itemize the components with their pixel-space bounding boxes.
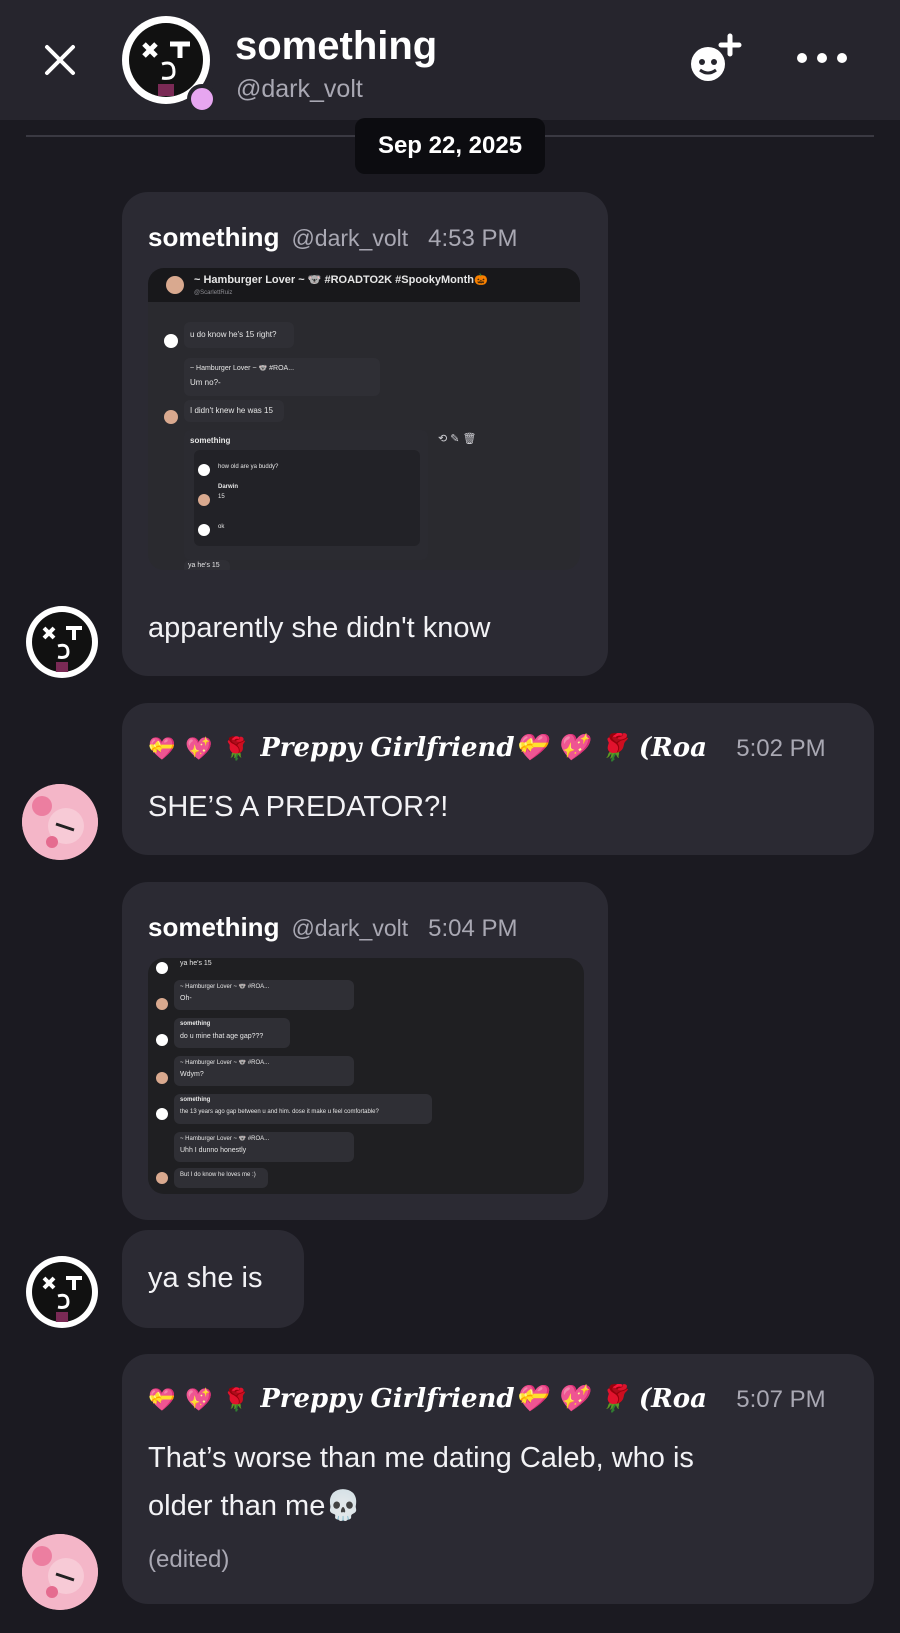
edited-label: (edited) xyxy=(148,1546,230,1573)
more-options-button[interactable] xyxy=(792,42,852,74)
attachment-line: Oh- xyxy=(180,995,192,1002)
chat-header: something @dark_volt xyxy=(0,0,900,120)
message-header: something @dark_volt 5:04 PM xyxy=(148,912,518,943)
message-bubble[interactable]: something @dark_volt 5:04 PM ya he's 15 … xyxy=(122,882,608,1220)
attachment-line: I didn't knew he was 15 xyxy=(190,406,273,415)
attachment-line: ~ Hamburger Lover ~ 🐨 #ROA... xyxy=(180,1136,270,1142)
attachment-line: u do know he's 15 right? xyxy=(190,330,277,339)
emoji: 🌹 xyxy=(222,736,251,761)
emoji: 💖 xyxy=(185,1387,213,1412)
attachment-subtitle: @ScarlettRuiz xyxy=(194,290,233,296)
date-separator: Sep 22, 2025 xyxy=(355,118,545,174)
mini-avatar xyxy=(156,1172,168,1184)
attachment-line: ~ Hamburger Lover ~ 🐨 #ROA... xyxy=(190,365,295,372)
mini-avatar xyxy=(156,1034,168,1046)
message-author[interactable]: Preppy Girlfriend💝 💖 🌹 (Roa xyxy=(260,733,716,763)
avatar-image xyxy=(22,1534,98,1610)
attachment-line: how old are ya buddy? xyxy=(218,464,279,470)
online-status-indicator xyxy=(187,84,217,114)
message-bubble[interactable]: 💝 💖 🌹 Preppy Girlfriend💝 💖 🌹 (Roa 5:02 P… xyxy=(122,703,874,855)
attachment-line: ~ Hamburger Lover ~ 🐨 #ROA... xyxy=(180,984,270,990)
attachment-line: Darwin xyxy=(218,484,239,490)
attachment-title: ~ Hamburger Lover ~ 🐨 #ROADTO2K #SpookyM… xyxy=(194,274,488,286)
mini-avatar xyxy=(156,1072,168,1084)
attachment-line: Uhh I dunno honestly xyxy=(180,1147,247,1154)
attachment-line: ok xyxy=(218,524,225,530)
message-author[interactable]: Preppy Girlfriend💝 💖 🌹 (Roa xyxy=(260,1384,716,1414)
mini-avatar xyxy=(164,410,178,424)
message-author[interactable]: something xyxy=(148,222,279,253)
message-text: ya she is xyxy=(148,1262,263,1294)
attachment-line: ya he's 15 xyxy=(180,960,212,967)
message-timestamp: 4:53 PM xyxy=(428,225,518,252)
message-timestamp: 5:02 PM xyxy=(736,735,826,762)
add-user-icon xyxy=(691,33,742,81)
message-bubble[interactable]: 💝 💖 🌹 Preppy Girlfriend💝 💖 🌹 (Roa 5:07 P… xyxy=(122,1354,874,1604)
attachment-line: Um no?- xyxy=(190,378,221,387)
avatar-image xyxy=(22,784,98,860)
emoji: 💝 xyxy=(148,1387,176,1412)
avatar-image xyxy=(32,1262,92,1322)
message-timestamp: 5:07 PM xyxy=(736,1386,826,1413)
user-avatar[interactable] xyxy=(26,606,98,678)
close-icon xyxy=(45,45,75,75)
conversation-handle: @dark_volt xyxy=(236,75,363,103)
message-bubble[interactable]: ya she is xyxy=(122,1230,304,1328)
mini-avatar xyxy=(198,464,210,476)
image-attachment[interactable]: ya he's 15 ~ Hamburger Lover ~ 🐨 #ROA...… xyxy=(148,958,584,1194)
attachment-avatar xyxy=(166,276,184,294)
mini-avatar xyxy=(156,998,168,1010)
message-timestamp: 5:04 PM xyxy=(428,915,518,942)
emoji: 💝 xyxy=(148,736,176,761)
mini-avatar xyxy=(164,334,178,348)
message-text: SHE’S A PREDATOR?! xyxy=(148,791,449,823)
attachment-line: something xyxy=(190,436,231,445)
message-handle: @dark_volt xyxy=(291,225,409,251)
message-header: 💝 💖 🌹 Preppy Girlfriend💝 💖 🌹 (Roa 5:07 P… xyxy=(148,1384,826,1414)
close-button[interactable] xyxy=(36,36,84,84)
mini-bubble xyxy=(174,1168,268,1188)
message-text-line: That’s worse than me dating Caleb, who i… xyxy=(148,1442,694,1474)
more-dots-icon xyxy=(797,53,847,63)
attachment-actions: ⟲ ✎ 🗑 xyxy=(438,433,477,445)
attachment-line: ya he's 15 xyxy=(188,562,220,569)
mini-avatar xyxy=(156,1108,168,1120)
message-text-line: older than me💀 xyxy=(148,1490,362,1522)
attachment-line: something xyxy=(180,1021,211,1027)
attachment-line: 15 xyxy=(218,494,225,500)
emoji: 🌹 xyxy=(222,1387,251,1412)
message-header: 💝 💖 🌹 Preppy Girlfriend💝 💖 🌹 (Roa 5:02 P… xyxy=(148,733,826,763)
attachment-line: something xyxy=(180,1097,211,1103)
attachment-titlebar: ~ Hamburger Lover ~ 🐨 #ROADTO2K #SpookyM… xyxy=(148,268,580,302)
user-avatar[interactable] xyxy=(22,1534,98,1610)
user-avatar[interactable] xyxy=(22,784,98,860)
conversation-title: something xyxy=(235,24,438,68)
message-header: something @dark_volt 4:53 PM xyxy=(148,222,518,253)
attachment-line: Wdym? xyxy=(180,1071,204,1078)
image-attachment[interactable]: ~ Hamburger Lover ~ 🐨 #ROADTO2K #SpookyM… xyxy=(148,268,580,570)
mini-avatar xyxy=(198,494,210,506)
attachment-line: do u mine that age gap??? xyxy=(180,1033,264,1040)
user-avatar[interactable] xyxy=(26,1256,98,1328)
attachment-line: ~ Hamburger Lover ~ 🐨 #ROA... xyxy=(180,1060,270,1066)
attachment-line: the 13 years ago gap between u and him. … xyxy=(180,1109,379,1115)
mini-avatar xyxy=(156,962,168,974)
message-bubble[interactable]: something @dark_volt 4:53 PM ~ Hamburger… xyxy=(122,192,608,676)
message-handle: @dark_volt xyxy=(291,915,409,941)
attachment-line: But I do know he loves me :) xyxy=(180,1172,256,1178)
emoji: 💖 xyxy=(185,736,213,761)
message-text: apparently she didn't know xyxy=(148,612,491,644)
mini-avatar xyxy=(198,524,210,536)
avatar-image xyxy=(32,612,92,672)
message-author[interactable]: something xyxy=(148,912,279,943)
add-friend-button[interactable] xyxy=(686,32,746,86)
